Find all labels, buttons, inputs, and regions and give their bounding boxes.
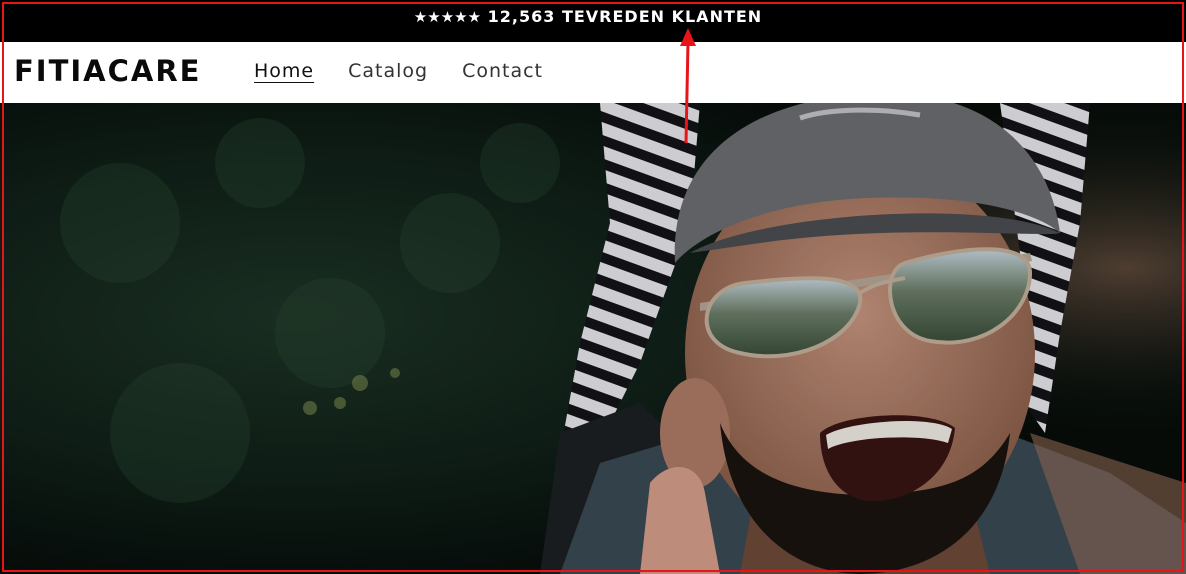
site-header: FITIACARE Home Catalog Contact [0, 42, 1186, 103]
nav-link-home[interactable]: Home [254, 60, 314, 82]
rating-stars-icon: ★★★★★ [413, 7, 482, 26]
hero-banner [0, 103, 1186, 574]
announcement-text: 12,563 TEVREDEN KLANTEN [487, 6, 763, 26]
hero-image [0, 103, 1186, 574]
site-logo[interactable]: FITIACARE [14, 54, 201, 88]
nav-link-catalog[interactable]: Catalog [348, 60, 428, 82]
main-nav: Home Catalog Contact [254, 60, 543, 82]
nav-link-contact[interactable]: Contact [462, 60, 543, 82]
announcement-bar: ★★★★★ 12,563 TEVREDEN KLANTEN [0, 0, 1186, 42]
announcement-content: ★★★★★ 12,563 TEVREDEN KLANTEN [414, 7, 762, 26]
page: ★★★★★ 12,563 TEVREDEN KLANTEN FITIACARE … [0, 0, 1186, 574]
